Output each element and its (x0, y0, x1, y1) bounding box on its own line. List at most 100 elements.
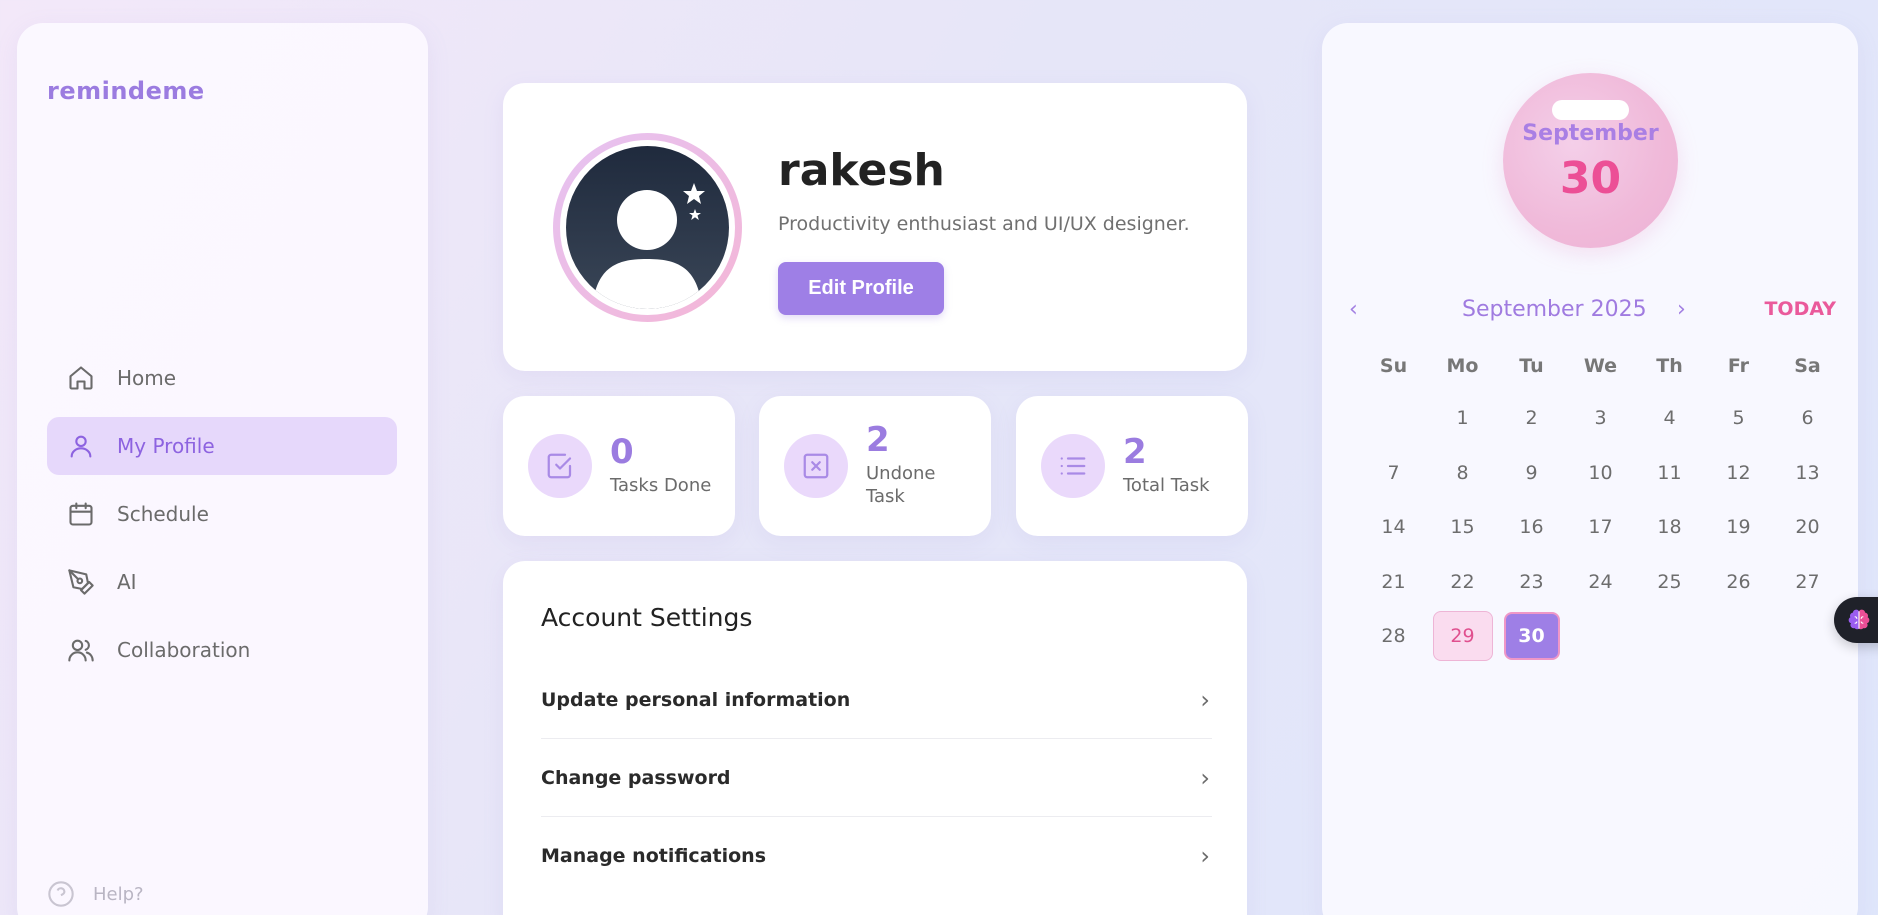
chevron-right-icon: › (1200, 842, 1210, 870)
settings-title: Account Settings (541, 603, 753, 632)
user-icon (67, 432, 95, 460)
weekday-label: Su (1379, 355, 1408, 377)
sidebar-item-my-profile[interactable]: My Profile (47, 417, 397, 475)
setting-update-personal-info[interactable]: Update personal information › (541, 661, 1212, 739)
help-link[interactable]: Help? (47, 880, 144, 908)
current-date-badge: September 30 (1503, 73, 1678, 248)
sidebar-nav: Home My Profile Schedule AI Collaboratio… (47, 349, 397, 689)
ai-assistant-button[interactable] (1834, 597, 1878, 643)
weekday-header: Su Mo Tu We Th Fr Sa (1359, 341, 1842, 391)
calendar-title: September 2025 (1462, 297, 1647, 322)
calendar-grid: Su Mo Tu We Th Fr Sa 1 2 3 4 5 6 7 8 9 10 11 12 13 14 15 16 17… (1359, 341, 1842, 664)
stat-label: Tasks Done (610, 474, 712, 496)
sidebar: remindeme Home My Profile Schedule AI Co… (17, 23, 428, 915)
stat-card-undone-task: 2 Undone Task (759, 396, 991, 536)
stat-card-tasks-done: 0 Tasks Done (503, 396, 735, 536)
profile-bio: Productivity enthusiast and UI/UX design… (778, 213, 1190, 235)
calendar-day[interactable]: 19 (1704, 516, 1773, 538)
calendar-day[interactable]: 9 (1497, 462, 1566, 484)
sidebar-item-label: Collaboration (117, 638, 251, 662)
calendar-day[interactable]: 10 (1566, 462, 1635, 484)
edit-profile-button[interactable]: Edit Profile (778, 262, 944, 315)
pen-tool-icon (67, 568, 95, 596)
sidebar-item-label: Schedule (117, 502, 209, 526)
help-circle-icon (48, 881, 74, 907)
sidebar-item-collaboration[interactable]: Collaboration (47, 621, 397, 679)
home-icon (67, 364, 95, 392)
calendar-day[interactable]: 15 (1428, 516, 1497, 538)
stat-value: 0 (610, 431, 634, 472)
calendar-day[interactable]: 12 (1704, 462, 1773, 484)
calendar-day[interactable]: 20 (1773, 516, 1842, 538)
calendar-week-row: 7 8 9 10 11 12 13 (1359, 446, 1842, 501)
users-icon (67, 636, 95, 664)
chevron-right-icon: › (1200, 763, 1210, 792)
calendar-day[interactable]: 5 (1704, 407, 1773, 429)
sidebar-item-label: AI (117, 570, 137, 594)
calendar-day[interactable]: 25 (1635, 571, 1704, 593)
calendar-day[interactable]: 1 (1428, 407, 1497, 429)
weekday-label: Th (1656, 355, 1683, 377)
avatar-silhouette-icon (592, 183, 705, 309)
calendar-week-row: 21 22 23 24 25 26 27 (1359, 555, 1842, 610)
brand-logo[interactable]: remindeme (47, 77, 205, 105)
sidebar-item-ai[interactable]: AI (47, 553, 397, 611)
stat-value: 2 (1123, 431, 1147, 472)
calendar-day[interactable]: 23 (1497, 571, 1566, 593)
brain-icon (1848, 609, 1870, 630)
stat-label: Total Task (1123, 474, 1210, 496)
today-button[interactable]: TODAY (1764, 298, 1836, 320)
weekday-label: Fr (1727, 355, 1750, 377)
calendar-day[interactable]: 27 (1773, 571, 1842, 593)
calendar-day[interactable]: 29 (1432, 611, 1493, 662)
calendar-panel: September 30 ‹ September 2025 › TODAY Su… (1322, 23, 1858, 915)
setting-change-password[interactable]: Change password › (541, 739, 1212, 817)
calendar-day[interactable]: 8 (1428, 462, 1497, 484)
calendar-day[interactable]: 6 (1773, 407, 1842, 429)
stat-value: 2 (866, 420, 890, 461)
check-square-icon (528, 434, 592, 498)
sidebar-item-label: Home (117, 366, 177, 390)
help-label: Help? (93, 883, 144, 905)
calendar-week-row: 123456 (1359, 391, 1842, 446)
calendar-day[interactable]: 3 (1566, 407, 1635, 429)
setting-label: Manage notifications (541, 845, 767, 867)
calendar-day[interactable]: 18 (1635, 516, 1704, 538)
calendar-day[interactable]: 30 (1503, 612, 1560, 661)
profile-card: rakesh Productivity enthusiast and UI/UX… (503, 83, 1247, 371)
calendar-day[interactable]: 13 (1773, 462, 1842, 484)
calendar-day[interactable]: 2 (1497, 407, 1566, 429)
weekday-label: Mo (1446, 355, 1479, 377)
chevron-right-icon: › (1200, 685, 1210, 714)
calendar-day[interactable]: 26 (1704, 571, 1773, 593)
weekday-label: Tu (1519, 355, 1544, 377)
calendar-header: ‹ September 2025 › TODAY (1346, 291, 1836, 331)
calendar-day[interactable]: 17 (1566, 516, 1635, 538)
calendar-icon (67, 500, 95, 528)
chevron-left-icon[interactable]: ‹ (1349, 297, 1358, 322)
calendar-day[interactable]: 11 (1635, 462, 1704, 484)
calendar-day[interactable]: 14 (1359, 516, 1428, 538)
profile-name: rakesh (778, 145, 945, 196)
stat-label: Undone Task (866, 462, 936, 508)
x-square-icon (784, 434, 848, 498)
weekday-label: We (1583, 355, 1618, 377)
calendar-day[interactable]: 28 (1359, 625, 1428, 647)
setting-label: Change password (541, 766, 731, 789)
calendar-day[interactable]: 4 (1635, 407, 1704, 429)
chevron-right-icon[interactable]: › (1677, 297, 1686, 322)
setting-manage-notifications[interactable]: Manage notifications › (541, 817, 1212, 895)
stat-card-total-task: 2 Total Task (1016, 396, 1248, 536)
sidebar-item-schedule[interactable]: Schedule (47, 485, 397, 543)
list-icon (1041, 434, 1105, 498)
sidebar-item-label: My Profile (117, 434, 215, 458)
calendar-week-row: 28 29 30 (1359, 609, 1842, 664)
calendar-day[interactable]: 16 (1497, 516, 1566, 538)
date-badge-month: September (1522, 121, 1659, 146)
avatar[interactable] (553, 133, 742, 322)
sidebar-item-home[interactable]: Home (47, 349, 397, 407)
calendar-day[interactable]: 7 (1359, 462, 1428, 484)
calendar-day[interactable]: 22 (1428, 571, 1497, 593)
calendar-day[interactable]: 24 (1566, 571, 1635, 593)
calendar-day[interactable]: 21 (1359, 571, 1428, 593)
